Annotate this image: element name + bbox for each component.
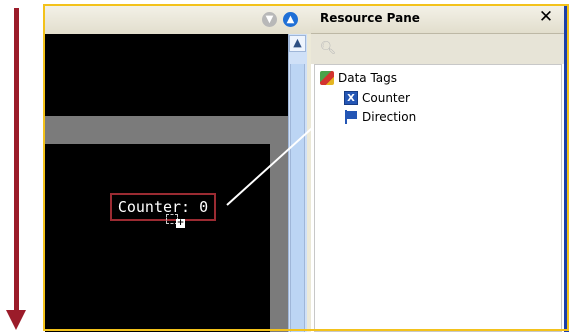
highlight-frame <box>43 4 569 331</box>
